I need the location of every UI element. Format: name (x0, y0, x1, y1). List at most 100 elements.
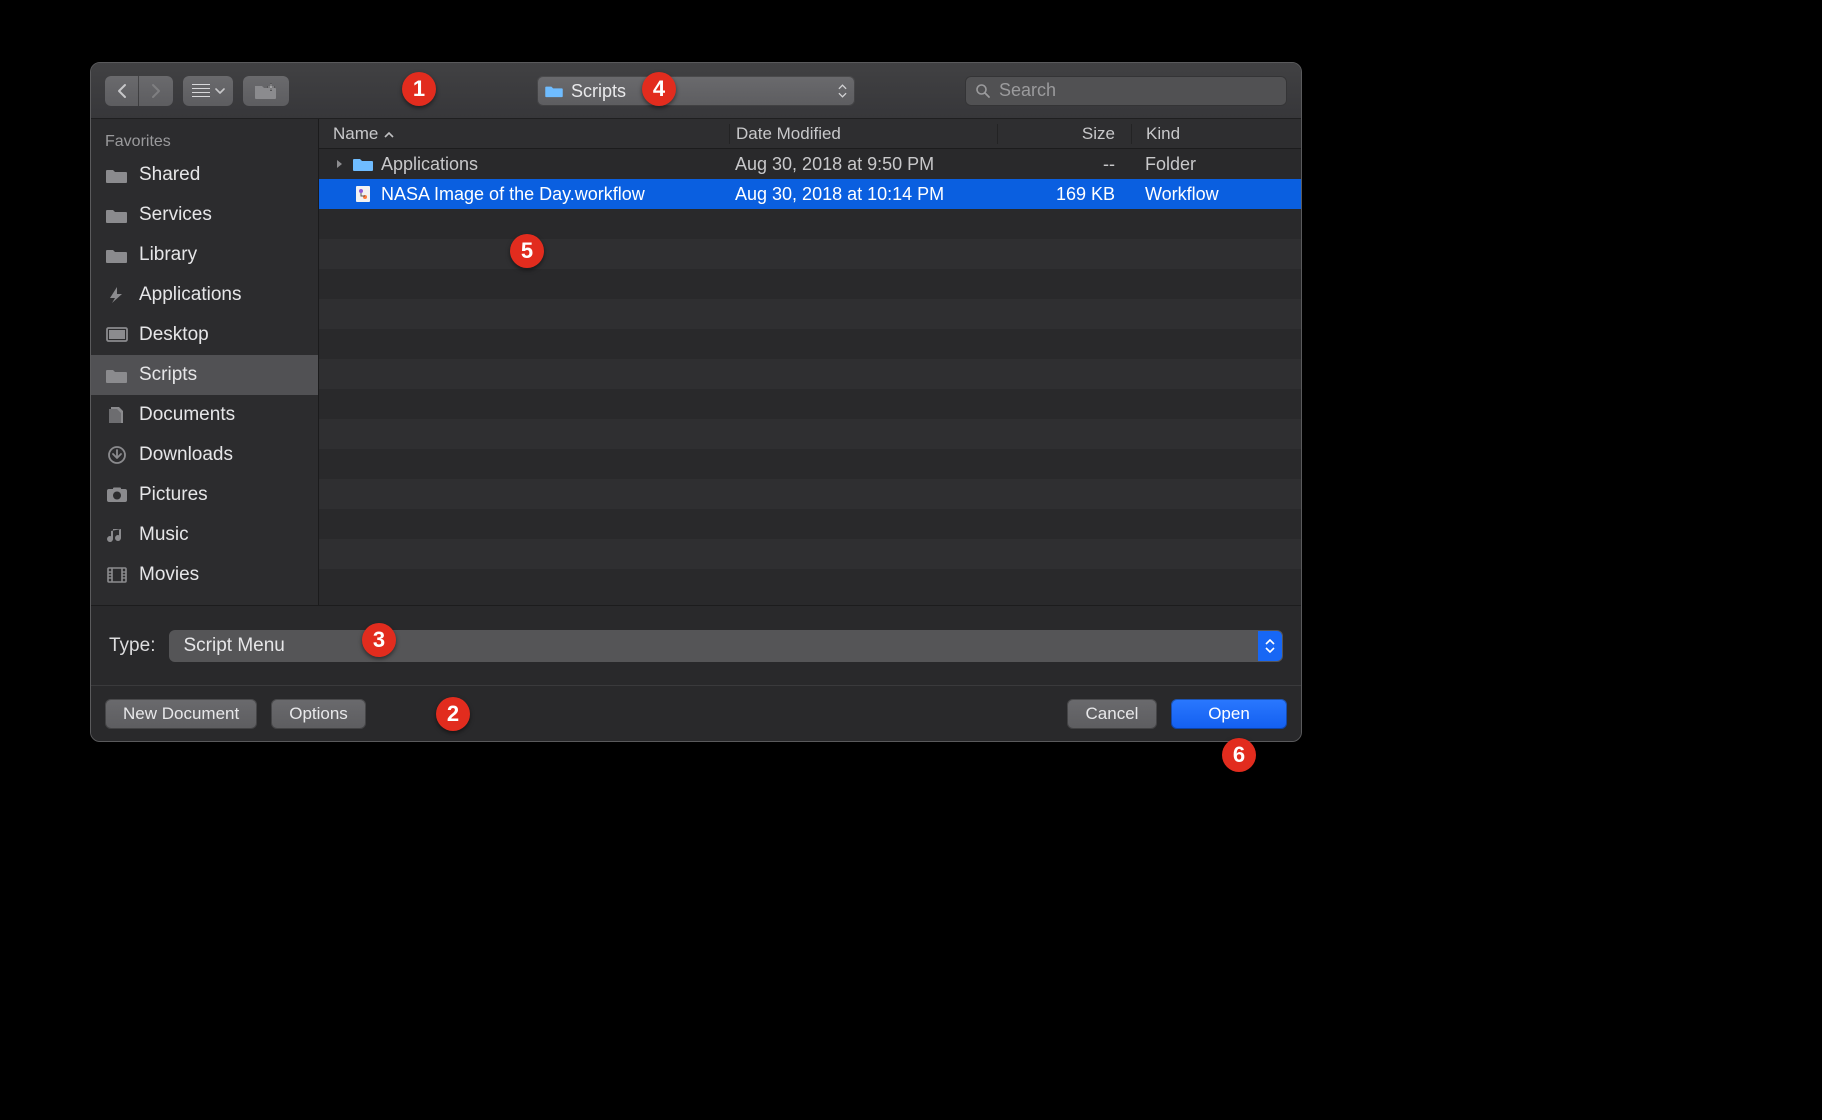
downloads-icon (105, 445, 129, 465)
file-size: 169 KB (997, 184, 1131, 205)
folder-icon (105, 365, 129, 385)
sidebar-item-label: Movies (139, 564, 199, 586)
file-list: Name Date Modified Size Kind Application… (319, 119, 1301, 605)
file-kind: Workflow (1131, 184, 1301, 205)
search-input[interactable] (999, 80, 1277, 101)
sidebar-item-services[interactable]: Services (91, 195, 318, 235)
nav-segment (105, 76, 173, 106)
annotation-badge-6: 6 (1222, 738, 1256, 772)
type-label: Type: (109, 635, 155, 657)
location-select[interactable]: Scripts (537, 76, 855, 106)
type-select[interactable]: Script Menu (169, 630, 1283, 662)
chevron-left-icon (116, 83, 128, 99)
sidebar-item-desktop[interactable]: Desktop (91, 315, 318, 355)
annotation-badge-4: 4 (642, 72, 676, 106)
annotation-badge-1: 1 (402, 72, 436, 106)
file-row-empty (319, 479, 1301, 509)
file-header: Name Date Modified Size Kind (319, 119, 1301, 149)
annotation-badge-5: 5 (510, 234, 544, 268)
sidebar-item-movies[interactable]: Movies (91, 555, 318, 595)
pictures-icon (105, 485, 129, 505)
sidebar-item-label: Desktop (139, 324, 209, 346)
updown-chevrons-icon (838, 84, 847, 98)
forward-button[interactable] (139, 76, 173, 106)
col-header-kind[interactable]: Kind (1131, 124, 1301, 144)
sidebar-item-documents[interactable]: Documents (91, 395, 318, 435)
apps-icon (105, 285, 129, 305)
col-header-name[interactable]: Name (319, 124, 729, 144)
sidebar-item-label: Documents (139, 404, 235, 426)
file-row-empty (319, 539, 1301, 569)
annotation-badge-2: 2 (436, 697, 470, 731)
folder-icon (105, 245, 129, 265)
sort-ascending-icon (384, 124, 404, 144)
file-date: Aug 30, 2018 at 9:50 PM (729, 154, 997, 175)
options-button[interactable]: Options (271, 699, 366, 729)
workflow-icon (353, 186, 373, 202)
file-row[interactable]: NASA Image of the Day.workflow Aug 30, 20… (319, 179, 1301, 209)
sidebar-item-music[interactable]: Music (91, 515, 318, 555)
sidebar-item-label: Applications (139, 284, 241, 306)
footer: New Document Options Cancel Open (91, 685, 1301, 741)
file-name: NASA Image of the Day.workflow (381, 184, 645, 205)
folder-icon (353, 156, 373, 172)
updown-chevrons-icon (1258, 631, 1282, 661)
file-row-empty (319, 359, 1301, 389)
view-mode-button[interactable] (183, 76, 233, 106)
sidebar-item-shared[interactable]: Shared (91, 155, 318, 195)
sidebar-item-label: Downloads (139, 444, 233, 466)
file-kind: Folder (1131, 154, 1301, 175)
chevron-down-icon (215, 83, 225, 98)
sidebar-item-label: Library (139, 244, 197, 266)
new-folder-segment (243, 76, 289, 106)
type-row: Type: Script Menu (91, 605, 1301, 685)
search-icon (975, 83, 991, 99)
sidebar-item-downloads[interactable]: Downloads (91, 435, 318, 475)
file-row-empty (319, 389, 1301, 419)
new-folder-button[interactable] (243, 76, 289, 106)
file-row-empty (319, 209, 1301, 239)
view-segment (183, 76, 233, 106)
sidebar-header: Favorites (91, 127, 318, 155)
folder-icon (105, 205, 129, 225)
disclosure-triangle-icon[interactable] (333, 159, 345, 169)
cancel-button[interactable]: Cancel (1067, 699, 1157, 729)
annotation-badge-3: 3 (362, 623, 396, 657)
sidebar-item-scripts[interactable]: Scripts (91, 355, 318, 395)
back-button[interactable] (105, 76, 139, 106)
file-date: Aug 30, 2018 at 10:14 PM (729, 184, 997, 205)
sidebar-item-pictures[interactable]: Pictures (91, 475, 318, 515)
sidebar-item-label: Services (139, 204, 212, 226)
sidebar-item-label: Pictures (139, 484, 208, 506)
search-field[interactable] (965, 76, 1287, 106)
file-row-empty (319, 269, 1301, 299)
sidebar-item-applications[interactable]: Applications (91, 275, 318, 315)
col-header-date[interactable]: Date Modified (729, 124, 997, 144)
file-name: Applications (381, 154, 478, 175)
folder-icon (105, 165, 129, 185)
new-folder-icon (254, 82, 278, 100)
file-size: -- (997, 154, 1131, 175)
sidebar: Favorites Shared Services Library Applicati… (91, 119, 319, 605)
folder-icon (545, 84, 563, 98)
desktop-icon (105, 325, 129, 345)
sidebar-item-label: Music (139, 524, 189, 546)
chevron-right-icon (150, 83, 162, 99)
col-header-size[interactable]: Size (997, 124, 1131, 144)
file-row-empty (319, 449, 1301, 479)
documents-icon (105, 405, 129, 425)
file-row-empty (319, 329, 1301, 359)
file-row-empty (319, 419, 1301, 449)
file-row-empty (319, 239, 1301, 269)
toolbar: Scripts (91, 63, 1301, 119)
open-button[interactable]: Open (1171, 699, 1287, 729)
list-view-icon (192, 84, 210, 98)
sidebar-item-library[interactable]: Library (91, 235, 318, 275)
sidebar-item-label: Shared (139, 164, 200, 186)
music-icon (105, 525, 129, 545)
file-row-empty (319, 299, 1301, 329)
file-row-empty (319, 509, 1301, 539)
main-area: Favorites Shared Services Library Applicati… (91, 119, 1301, 605)
file-row[interactable]: Applications Aug 30, 2018 at 9:50 PM--Fol… (319, 149, 1301, 179)
new-document-button[interactable]: New Document (105, 699, 257, 729)
